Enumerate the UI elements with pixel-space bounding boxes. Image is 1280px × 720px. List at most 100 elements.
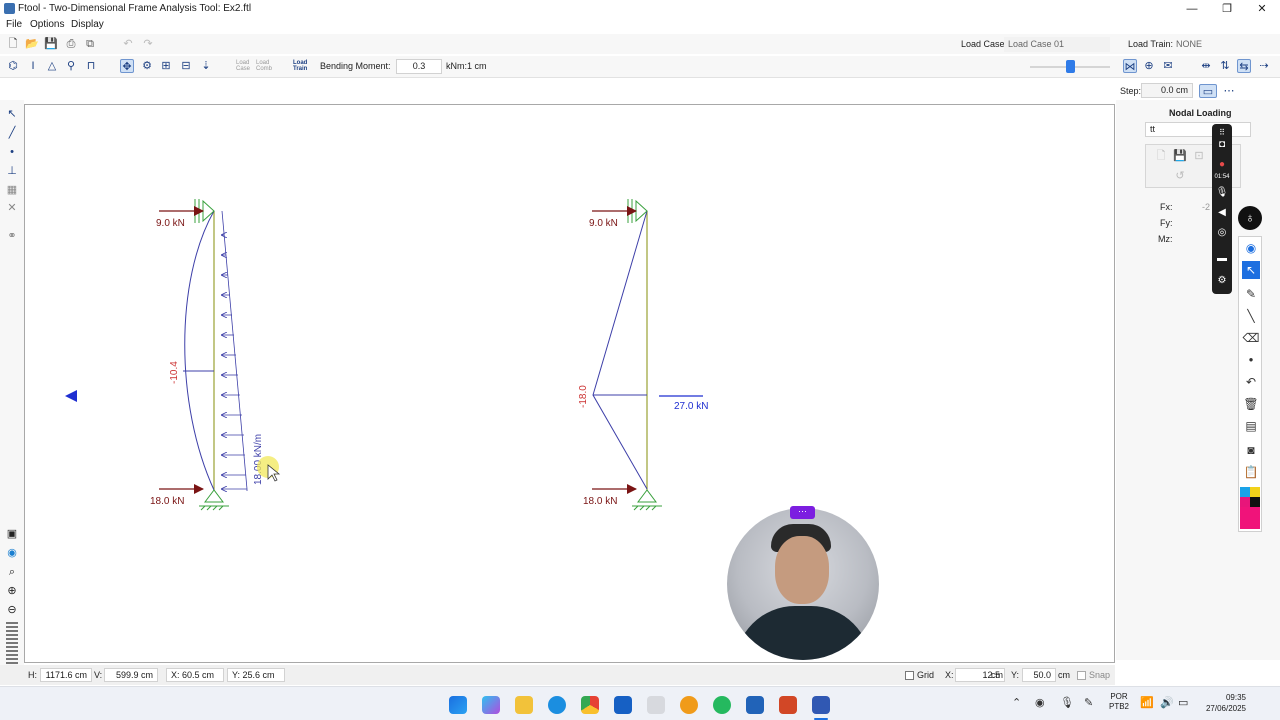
powerpoint-icon[interactable]	[779, 696, 797, 714]
edge-icon[interactable]	[548, 696, 566, 714]
bending-scale-input[interactable]: 0.3	[396, 59, 442, 74]
distributed-load-icon[interactable]: ⊞	[159, 59, 173, 73]
copilot-icon[interactable]	[482, 696, 500, 714]
rename-load-icon[interactable]: ↺	[1173, 169, 1187, 183]
material-icon[interactable]: △	[45, 59, 59, 73]
load-name-combo[interactable]: tt	[1145, 122, 1251, 137]
vertical-arrows-icon[interactable]: ⇅	[1218, 59, 1232, 73]
color-swatch-cyan[interactable]	[1240, 487, 1250, 497]
right-frame[interactable]: 9.0 kN 18.0 kN -18.0 27.0 kN	[65, 199, 708, 511]
monitor-icon[interactable]: ▣	[5, 527, 19, 541]
moment-diagram-icon[interactable]: ⋈	[1123, 59, 1137, 73]
app-icon[interactable]	[647, 696, 665, 714]
record-icon[interactable]: ●	[1215, 158, 1229, 172]
grid-y-field[interactable]: 50.0	[1022, 668, 1056, 682]
tray-mic-icon[interactable]: 🎙	[1060, 696, 1074, 709]
height-field[interactable]: 1171.6 cm	[40, 668, 92, 682]
print-icon[interactable]: ⎙	[64, 37, 78, 51]
envelope-icon[interactable]: ✉	[1161, 59, 1175, 73]
screenshot-icon[interactable]: ◙	[1242, 441, 1260, 459]
zoom-in-icon[interactable]: ⊕	[5, 584, 19, 598]
save-icon[interactable]: 💾	[44, 37, 58, 51]
dimension-icon[interactable]: ⊥	[5, 164, 19, 178]
link-icon[interactable]: ⚭	[5, 229, 19, 243]
horizontal-arrows-icon[interactable]: ⇹	[1199, 59, 1213, 73]
clock[interactable]: 09:35 27/06/2025	[1200, 692, 1246, 714]
settings-gear-icon[interactable]: ⚙	[1215, 274, 1229, 288]
file-explorer-icon[interactable]	[515, 696, 533, 714]
draw-node-icon[interactable]: •	[5, 145, 19, 159]
hinge-icon[interactable]: ⚲	[64, 59, 78, 73]
support-icon[interactable]: ⊓	[84, 59, 98, 73]
mail-icon[interactable]	[614, 696, 632, 714]
speaker-icon[interactable]: ◀	[1215, 206, 1229, 220]
width-field[interactable]: 599.9 cm	[104, 668, 158, 682]
load-case-select[interactable]: Load Case 01	[1004, 37, 1110, 52]
more-options-icon[interactable]: ⇢	[1257, 59, 1271, 73]
nodal-load-icon[interactable]: ✥	[120, 59, 134, 73]
trash-icon[interactable]: 🗑	[1242, 395, 1260, 413]
snap-checkbox[interactable]	[1077, 671, 1086, 680]
chevron-up-icon[interactable]: ⌃	[1012, 696, 1021, 709]
drawing-canvas[interactable]: 9.0 kN 18.0 kN -10.4 18.00 kN/m 9.0 kN 1…	[24, 104, 1115, 663]
clipboard-icon[interactable]: 📋	[1242, 463, 1260, 481]
pointer-icon[interactable]: ↖	[1242, 261, 1260, 279]
line-tool-icon[interactable]: ╲	[1242, 307, 1260, 325]
color-swatch-black[interactable]	[1250, 497, 1260, 507]
zoom-out-icon[interactable]: ⊖	[5, 603, 19, 617]
new-load-icon[interactable]: 🗋	[1154, 149, 1168, 163]
menu-file[interactable]: File	[6, 19, 22, 30]
delete-icon[interactable]: ✕	[5, 201, 19, 215]
step-input[interactable]: 0.0 cm	[1141, 83, 1193, 98]
member-load-icon[interactable]: ⚙	[140, 59, 154, 73]
close-button[interactable]: ✕	[1247, 2, 1277, 16]
minimize-button[interactable]: —	[1177, 2, 1207, 16]
tool-icon[interactable]	[746, 696, 764, 714]
camera-icon[interactable]: ◘	[1215, 138, 1229, 152]
eraser-icon[interactable]: ⌫	[1242, 329, 1260, 347]
load-train-value[interactable]: NONE	[1176, 39, 1202, 49]
color-swatch-yellow[interactable]	[1250, 487, 1260, 497]
copy-icon[interactable]: ⧉	[83, 37, 97, 51]
draw-member-icon[interactable]: ╱	[5, 126, 19, 140]
wifi-icon[interactable]: 📶	[1140, 696, 1154, 709]
menu-options[interactable]: Options	[30, 19, 64, 30]
load-comb-button[interactable]: Load Comb	[256, 60, 272, 72]
fx-value[interactable]: -2	[1202, 202, 1210, 212]
redo-icon[interactable]: ↷	[141, 37, 155, 51]
prescribed-displacement-icon[interactable]: ⇣	[199, 59, 213, 73]
webcam-menu-button[interactable]: ⋯	[790, 506, 815, 519]
color-swatch-magenta[interactable]	[1240, 497, 1250, 507]
zoom-icon[interactable]: ⌕	[5, 565, 19, 579]
grid-checkbox[interactable]	[905, 671, 914, 680]
frame-model-icon[interactable]: ⌬	[6, 59, 20, 73]
browser-icon[interactable]	[680, 696, 698, 714]
step-grid-icon[interactable]: ⋯	[1220, 84, 1238, 98]
menu-display[interactable]: Display	[71, 19, 104, 30]
highlighter-icon[interactable]: ✎	[1242, 285, 1260, 303]
whatsapp-icon[interactable]	[713, 696, 731, 714]
selected-color-swatch[interactable]	[1240, 507, 1260, 529]
new-file-icon[interactable]: 🗋	[6, 37, 20, 51]
volume-icon[interactable]: 🔊	[1160, 696, 1174, 709]
section-icon[interactable]: I	[26, 59, 40, 73]
ftool-taskbar-icon[interactable]	[812, 696, 830, 714]
maximize-button[interactable]: ❐	[1212, 2, 1242, 16]
tray-record-icon[interactable]: ◉	[1035, 696, 1045, 709]
battery-icon[interactable]: ▭	[1178, 696, 1188, 709]
load-train-button[interactable]: Load Train	[293, 60, 307, 72]
chrome-icon[interactable]	[581, 696, 599, 714]
start-icon[interactable]	[449, 696, 467, 714]
save-load-icon[interactable]: 💾	[1173, 149, 1187, 163]
step-ruler-icon[interactable]: ▭	[1199, 84, 1217, 98]
language-indicator[interactable]: POR PTB2	[1108, 692, 1130, 712]
results-icon[interactable]: ⇆	[1237, 59, 1251, 73]
screen-icon[interactable]: ▬	[1215, 252, 1229, 266]
pen-marker-icon[interactable]: ♁	[1238, 206, 1262, 230]
grid-tool-icon[interactable]: ▦	[5, 183, 19, 197]
microphone-icon[interactable]: 🎙	[1215, 186, 1229, 200]
undo-icon[interactable]: ↶	[121, 37, 135, 51]
dot-size-icon[interactable]: ●	[1242, 351, 1260, 369]
whiteboard-icon[interactable]: ▤	[1242, 417, 1260, 435]
webcam-toggle-icon[interactable]: ◎	[1215, 226, 1229, 240]
